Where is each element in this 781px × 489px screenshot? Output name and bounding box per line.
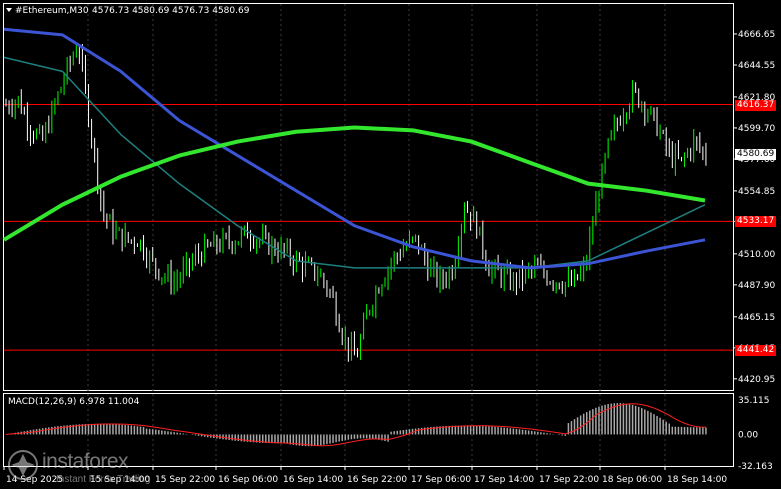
time-tick-4: 16 Sep 14:00	[283, 475, 343, 485]
time-tick-10: 18 Sep 14:00	[667, 475, 727, 485]
price-chart[interactable]: 4666.654644.554621.804599.704577.604554.…	[0, 0, 781, 489]
ohlc-label: 4576.73 4580.69 4576.73 4580.69	[92, 6, 250, 16]
macd-signal-line	[5, 403, 706, 447]
current-price-box: 4580.69	[735, 148, 777, 160]
price-axis: 4666.654644.554621.804599.704577.604554.…	[733, 30, 775, 385]
macd-histogram	[5, 403, 707, 447]
price-tick-8: 4487.90	[738, 281, 775, 291]
time-tick-3: 16 Sep 06:00	[218, 475, 278, 485]
main-pane-frame	[3, 3, 734, 391]
macd-title: MACD(12,26,9) 6.978 11.004	[8, 397, 140, 407]
time-tick-8: 17 Sep 22:00	[539, 475, 599, 485]
instaforex-watermark: instaforex Instant Forex Trading	[6, 448, 181, 488]
price-tick-1: 4644.55	[738, 61, 775, 71]
chart-window: { "header": { "symbol": "#Ethereum,M30",…	[0, 0, 781, 489]
level-price-box-1: 4533.17	[735, 216, 777, 228]
price-tick-9: 4465.15	[738, 313, 775, 323]
symbol-label: #Ethereum,M30	[15, 6, 89, 16]
level-price-box-2: 4441.42	[735, 345, 777, 357]
price-tick-0: 4666.65	[738, 30, 775, 40]
price-tick-5: 4554.85	[738, 187, 775, 197]
price-tick-11: 4420.95	[738, 375, 775, 385]
macd-tick-1: 0.00	[738, 430, 758, 440]
time-tick-9: 18 Sep 06:00	[602, 475, 662, 485]
logo-subtitle: Instant Forex Trading	[56, 474, 151, 485]
price-tick-3: 4599.70	[738, 124, 775, 134]
price-tick-7: 4510.00	[738, 250, 775, 260]
macd-axis: 35.115 0.00 -32.163	[738, 396, 773, 472]
time-tick-5: 16 Sep 22:00	[347, 475, 407, 485]
macd-tick-0: 35.115	[738, 396, 770, 406]
time-tick-6: 17 Sep 06:00	[411, 475, 471, 485]
candles	[5, 44, 707, 362]
ma-fast-line	[3, 56, 706, 269]
level-price-box-0: 4616.37	[735, 99, 777, 111]
time-tick-7: 17 Sep 14:00	[474, 475, 534, 485]
logo-icon	[8, 450, 38, 480]
dropdown-arrow-icon[interactable]	[6, 8, 12, 12]
macd-tick-2: -32.163	[738, 462, 773, 472]
logo-brand-text: instaforex	[42, 450, 129, 473]
